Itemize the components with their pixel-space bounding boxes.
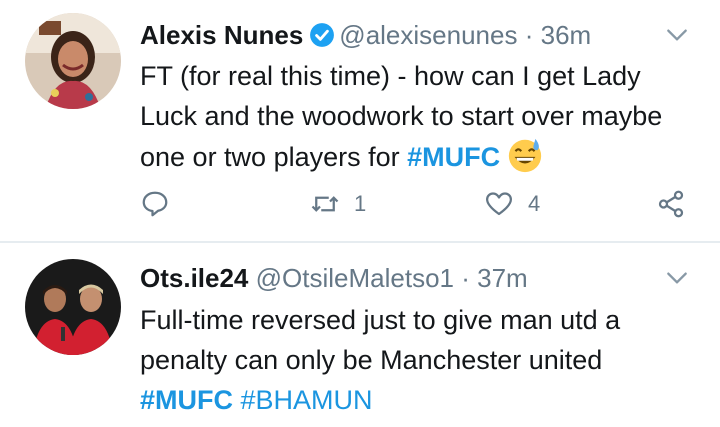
tweet-text: Full-time reversed just to give man utd … <box>140 300 700 420</box>
verified-badge-icon <box>310 23 335 47</box>
retweet-icon <box>311 196 339 212</box>
author-name[interactable]: Ots.ile24 <box>140 263 248 293</box>
share-icon <box>658 190 684 218</box>
like-count: 4 <box>528 191 541 216</box>
share-button[interactable] <box>656 186 686 222</box>
timestamp[interactable]: 37m <box>477 263 528 293</box>
separator-dot: · <box>524 20 534 50</box>
retweet-button[interactable]: 1 <box>310 186 366 222</box>
like-button[interactable]: 4 <box>484 186 540 222</box>
hashtag-link[interactable]: #MUFC <box>140 385 233 415</box>
reply-button[interactable] <box>140 186 170 222</box>
tweet-actions: 1 4 <box>140 186 700 222</box>
separator-dot: · <box>461 263 470 293</box>
heart-icon <box>486 192 512 216</box>
hashtag-link[interactable]: #BHAMUN <box>241 385 373 415</box>
avatar[interactable] <box>25 259 121 355</box>
tweet-text-content: FT (for real this time) - how can I get … <box>140 61 663 172</box>
grinning-sweat-emoji-icon <box>508 138 542 173</box>
author-handle[interactable]: @alexisenunes <box>339 20 517 50</box>
author-name[interactable]: Alexis Nunes <box>140 20 303 50</box>
tweet-header: Alexis Nunes @alexisenunes · 36m <box>140 15 591 55</box>
hashtag-link[interactable]: #MUFC <box>407 142 500 172</box>
tweet[interactable]: Alexis Nunes @alexisenunes · 36m FT (for … <box>0 0 720 242</box>
retweet-count: 1 <box>354 191 367 216</box>
reply-icon <box>142 191 168 217</box>
timestamp[interactable]: 36m <box>541 20 592 50</box>
tweet-text-content: Full-time reversed just to give man utd … <box>140 305 621 375</box>
tweet-header: Ots.ile24 @OtsileMaletso1 · 37m <box>140 258 528 298</box>
chevron-down-icon[interactable] <box>664 22 690 48</box>
author-handle[interactable]: @OtsileMaletso1 <box>256 263 454 293</box>
tweet-text: FT (for real this time) - how can I get … <box>140 56 700 177</box>
tweet[interactable]: Ots.ile24 @OtsileMaletso1 · 37m Full-tim… <box>0 243 720 427</box>
chevron-down-icon[interactable] <box>664 265 690 291</box>
avatar[interactable] <box>25 13 121 109</box>
